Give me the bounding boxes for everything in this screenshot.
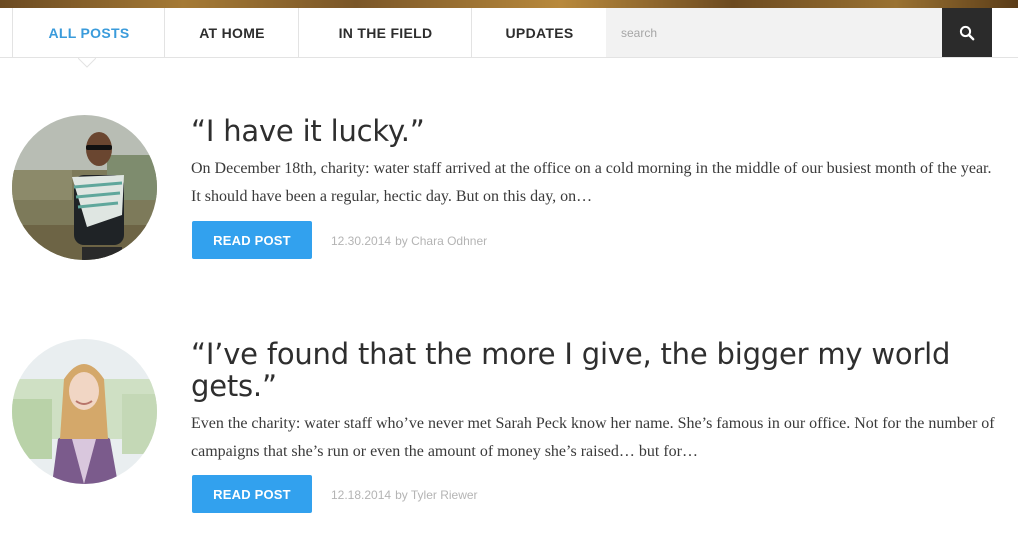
author-avatar[interactable] — [12, 339, 157, 484]
search-field — [606, 8, 942, 57]
post-title[interactable]: “I’ve found that the more I give, the bi… — [191, 338, 991, 402]
read-post-button[interactable]: READ POST — [192, 475, 312, 513]
tab-at-home[interactable]: AT HOME — [164, 8, 299, 57]
search-icon — [959, 25, 975, 40]
avatar-photo — [12, 339, 157, 484]
post-excerpt: On December 18th, charity: water staff a… — [191, 160, 992, 205]
author-avatar[interactable] — [12, 115, 157, 260]
tab-updates[interactable]: UPDATES — [471, 8, 607, 57]
tab-in-the-field[interactable]: IN THE FIELD — [298, 8, 472, 57]
tab-all-posts[interactable]: ALL POSTS — [12, 8, 165, 57]
active-tab-indicator — [78, 58, 96, 68]
post-meta: 12.18.2014 by Tyler Riewer — [331, 488, 478, 502]
category-nav: ALL POSTS AT HOME IN THE FIELD UPDATES — [0, 8, 1018, 68]
search-button[interactable] — [942, 8, 992, 57]
post-author: by Chara Odhner — [395, 234, 488, 248]
search-input[interactable] — [621, 25, 921, 40]
post-date: 12.30.2014 — [331, 234, 392, 248]
post-excerpt: Even the charity: water staff who’ve nev… — [191, 415, 995, 460]
post-title[interactable]: “I have it lucky.” — [191, 115, 991, 147]
post-author: by Tyler Riewer — [395, 488, 478, 502]
post-date: 12.18.2014 — [331, 488, 392, 502]
read-post-button[interactable]: READ POST — [192, 221, 312, 259]
hero-image-strip — [0, 0, 1018, 8]
post-meta: 12.30.2014 by Chara Odhner — [331, 234, 487, 248]
avatar-photo — [12, 115, 157, 260]
